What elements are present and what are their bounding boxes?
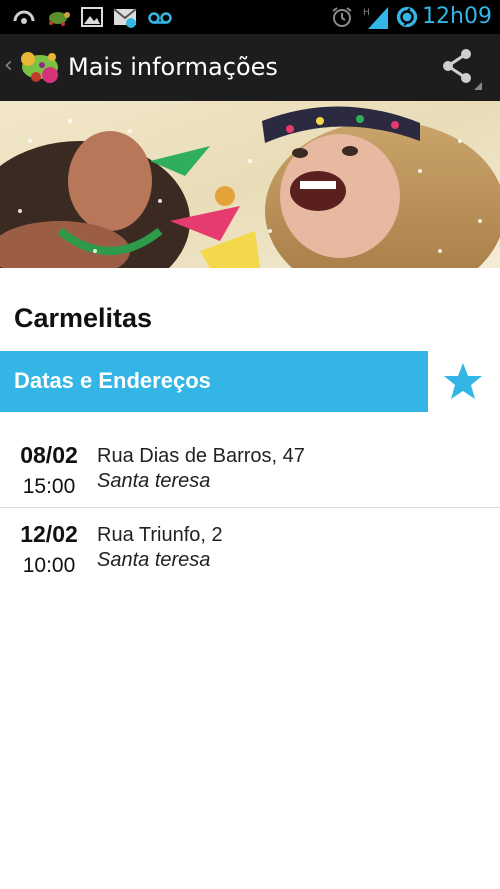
section-title: Datas e Endereços (14, 368, 211, 393)
alarm-icon (332, 7, 352, 27)
schedule-district: Santa teresa (97, 470, 211, 492)
carnival-photo (0, 101, 500, 268)
hero-image (0, 101, 500, 268)
status-bar: H 12h09 (0, 0, 500, 34)
star-icon[interactable] (443, 361, 483, 401)
up-caret-icon[interactable]: ‹ (4, 54, 13, 78)
share-icon[interactable] (436, 44, 486, 92)
sync-icon (396, 6, 418, 28)
schedule-time: 10:00 (22, 554, 76, 577)
schedule-district: Santa teresa (97, 549, 211, 571)
gallery-icon (81, 7, 103, 27)
page-title: Mais informações (68, 53, 278, 81)
wave-icon (13, 10, 35, 24)
section-header: Datas e Endereços (0, 351, 428, 412)
schedule-address: Rua Triunfo, 2 (97, 524, 223, 546)
schedule-date: 12/02 (20, 521, 78, 547)
clock: 12h09 (422, 4, 492, 29)
row-divider (0, 507, 500, 508)
mail-icon (113, 8, 137, 28)
schedule-address: Rua Dias de Barros, 47 (97, 445, 305, 467)
schedule-row[interactable]: 12/02 10:00 Rua Triunfo, 2 Santa teresa (0, 519, 500, 597)
signal-icon: H (363, 7, 388, 29)
turtle-app-icon (49, 12, 70, 26)
svg-text:H: H (363, 8, 370, 18)
schedule-time: 15:00 (22, 475, 76, 498)
voicemail-icon (148, 12, 172, 24)
schedule-date: 08/02 (20, 442, 78, 468)
action-bar: ‹ Mais informações (0, 34, 500, 101)
event-title: Carmelitas (14, 303, 153, 333)
app-logo-icon[interactable] (16, 45, 62, 89)
